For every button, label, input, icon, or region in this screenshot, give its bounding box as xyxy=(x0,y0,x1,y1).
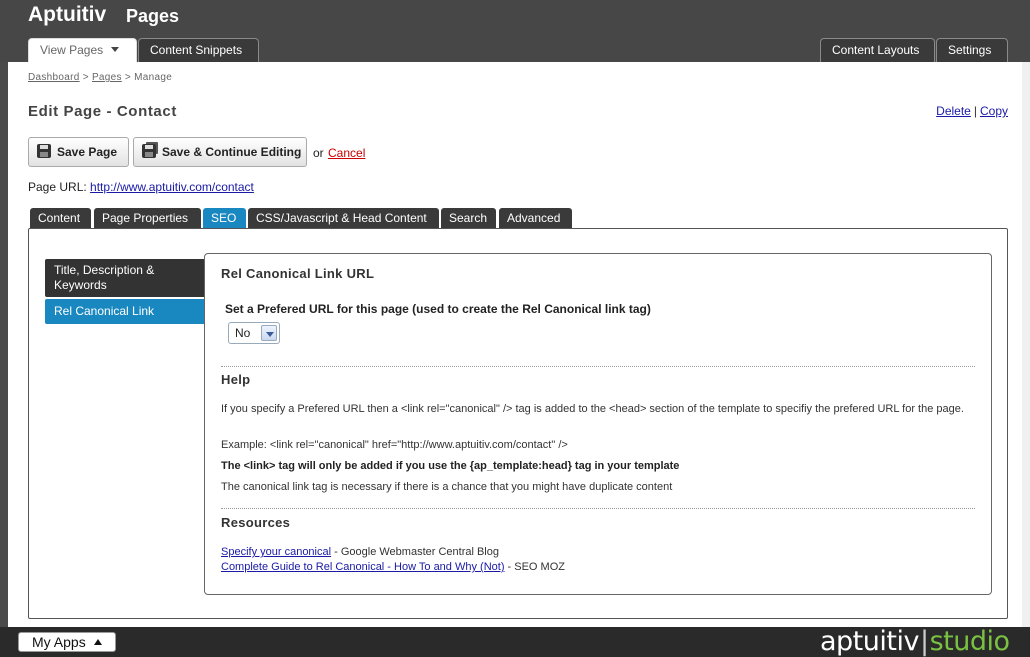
seo-panel: Title, Description & Keywords Rel Canoni… xyxy=(28,228,1008,619)
my-apps-button[interactable]: My Apps xyxy=(18,632,116,652)
help-note: The <link> tag will only be added if you… xyxy=(221,460,680,472)
breadcrumb-separator: > xyxy=(124,72,132,83)
resource-source: - SEO MOZ xyxy=(504,561,565,573)
canonical-heading: Rel Canonical Link URL xyxy=(221,266,375,281)
preferred-url-label: Set a Prefered URL for this page (used t… xyxy=(225,302,651,316)
canonical-content-box: Rel Canonical Link URL Set a Prefered UR… xyxy=(204,253,992,595)
save-page-button[interactable]: Save Page xyxy=(28,137,129,167)
tab-label: Page Properties xyxy=(102,211,189,225)
link-separator: | xyxy=(973,104,977,118)
tab-search[interactable]: Search xyxy=(441,208,496,229)
page-actions-links: Delete | Copy xyxy=(936,104,1008,118)
chevron-down-icon xyxy=(111,47,120,52)
page-url: Page URL: http://www.aptuitiv.com/contac… xyxy=(28,180,254,194)
footer-bar: My Apps aptuitiv|studio xyxy=(0,626,1030,657)
tab-label: SEO xyxy=(211,211,237,225)
breadcrumb-current: Manage xyxy=(134,72,173,83)
tab-seo[interactable]: SEO xyxy=(203,208,246,229)
resource-link[interactable]: Specify your canonical xyxy=(221,546,331,558)
page-url-link[interactable]: http://www.aptuitiv.com/contact xyxy=(90,180,254,194)
tab-label: Content xyxy=(38,211,81,225)
page-url-label: Page URL: xyxy=(28,180,87,194)
resource-item: Complete Guide to Rel Canonical - How To… xyxy=(221,560,975,575)
tab-label: Settings xyxy=(948,43,992,57)
tab-label: CSS/Javascript & Head Content xyxy=(256,211,427,225)
floppy-disks-icon xyxy=(142,144,156,158)
brand-logo: aptuitiv|studio xyxy=(820,626,1010,657)
tab-label: Advanced xyxy=(507,211,561,225)
tab-settings[interactable]: Settings xyxy=(936,38,1008,62)
tab-content-layouts[interactable]: Content Layouts xyxy=(820,38,935,62)
seo-nav-rel-canonical[interactable]: Rel Canonical Link xyxy=(45,299,205,324)
scrollbar[interactable] xyxy=(1022,62,1030,627)
or-text: or xyxy=(313,146,324,160)
brand-bar: | xyxy=(919,626,929,657)
divider xyxy=(221,508,975,509)
app-name: Aptuitiv xyxy=(28,3,107,26)
seo-side-nav: Title, Description & Keywords Rel Canoni… xyxy=(45,259,205,326)
help-heading: Help xyxy=(221,372,251,387)
brand-word: aptuitiv xyxy=(820,626,919,657)
breadcrumb-pages[interactable]: Pages xyxy=(92,72,122,83)
breadcrumb-dashboard[interactable]: Dashboard xyxy=(28,72,80,83)
preferred-url-select[interactable]: No xyxy=(228,322,280,344)
page-title: Edit Page - Contact xyxy=(28,103,177,120)
chevron-up-icon xyxy=(93,639,102,645)
help-example: Example: <link rel="canonical" href="htt… xyxy=(221,439,568,451)
select-value: No xyxy=(235,326,251,340)
resource-source: - Google Webmaster Central Blog xyxy=(331,546,499,558)
tab-view-pages[interactable]: View Pages xyxy=(28,38,137,62)
divider xyxy=(221,366,975,367)
brand-suffix: studio xyxy=(929,626,1010,657)
tab-advanced[interactable]: Advanced xyxy=(499,208,572,229)
resource-item: Specify your canonical - Google Webmaste… xyxy=(221,545,975,560)
tab-content[interactable]: Content xyxy=(30,208,91,229)
breadcrumb: Dashboard > Pages > Manage xyxy=(28,72,172,83)
floppy-disk-icon xyxy=(37,144,51,158)
resource-link[interactable]: Complete Guide to Rel Canonical - How To… xyxy=(221,561,504,573)
my-apps-label: My Apps xyxy=(32,634,86,650)
breadcrumb-separator: > xyxy=(82,72,89,83)
tab-content-snippets[interactable]: Content Snippets xyxy=(138,38,259,62)
tab-label: View Pages xyxy=(40,43,104,57)
tab-label: Content Layouts xyxy=(832,43,920,57)
tab-page-properties[interactable]: Page Properties xyxy=(94,208,201,229)
help-paragraph-4: The canonical link tag is necessary if t… xyxy=(221,481,673,493)
help-paragraph-1: If you specify a Prefered URL then a <li… xyxy=(221,403,964,415)
tab-label: Content Snippets xyxy=(150,43,243,57)
save-continue-button[interactable]: Save & Continue Editing xyxy=(133,137,307,167)
save-page-label: Save Page xyxy=(57,145,118,159)
section-title: Pages xyxy=(126,6,180,26)
main-content: Dashboard > Pages > Manage Edit Page - C… xyxy=(8,62,1022,627)
cancel-link[interactable]: Cancel xyxy=(328,146,365,160)
resources-heading: Resources xyxy=(221,515,291,530)
app-header: Aptuitiv Pages View Pages Content Snippe… xyxy=(0,0,1030,62)
seo-nav-title-description[interactable]: Title, Description & Keywords xyxy=(45,259,205,297)
tab-css-javascript[interactable]: CSS/Javascript & Head Content xyxy=(248,208,439,229)
save-continue-label: Save & Continue Editing xyxy=(162,145,302,159)
delete-link[interactable]: Delete xyxy=(936,104,971,118)
copy-link[interactable]: Copy xyxy=(980,104,1008,118)
chevron-down-icon xyxy=(261,325,277,341)
tab-label: Search xyxy=(449,211,488,225)
